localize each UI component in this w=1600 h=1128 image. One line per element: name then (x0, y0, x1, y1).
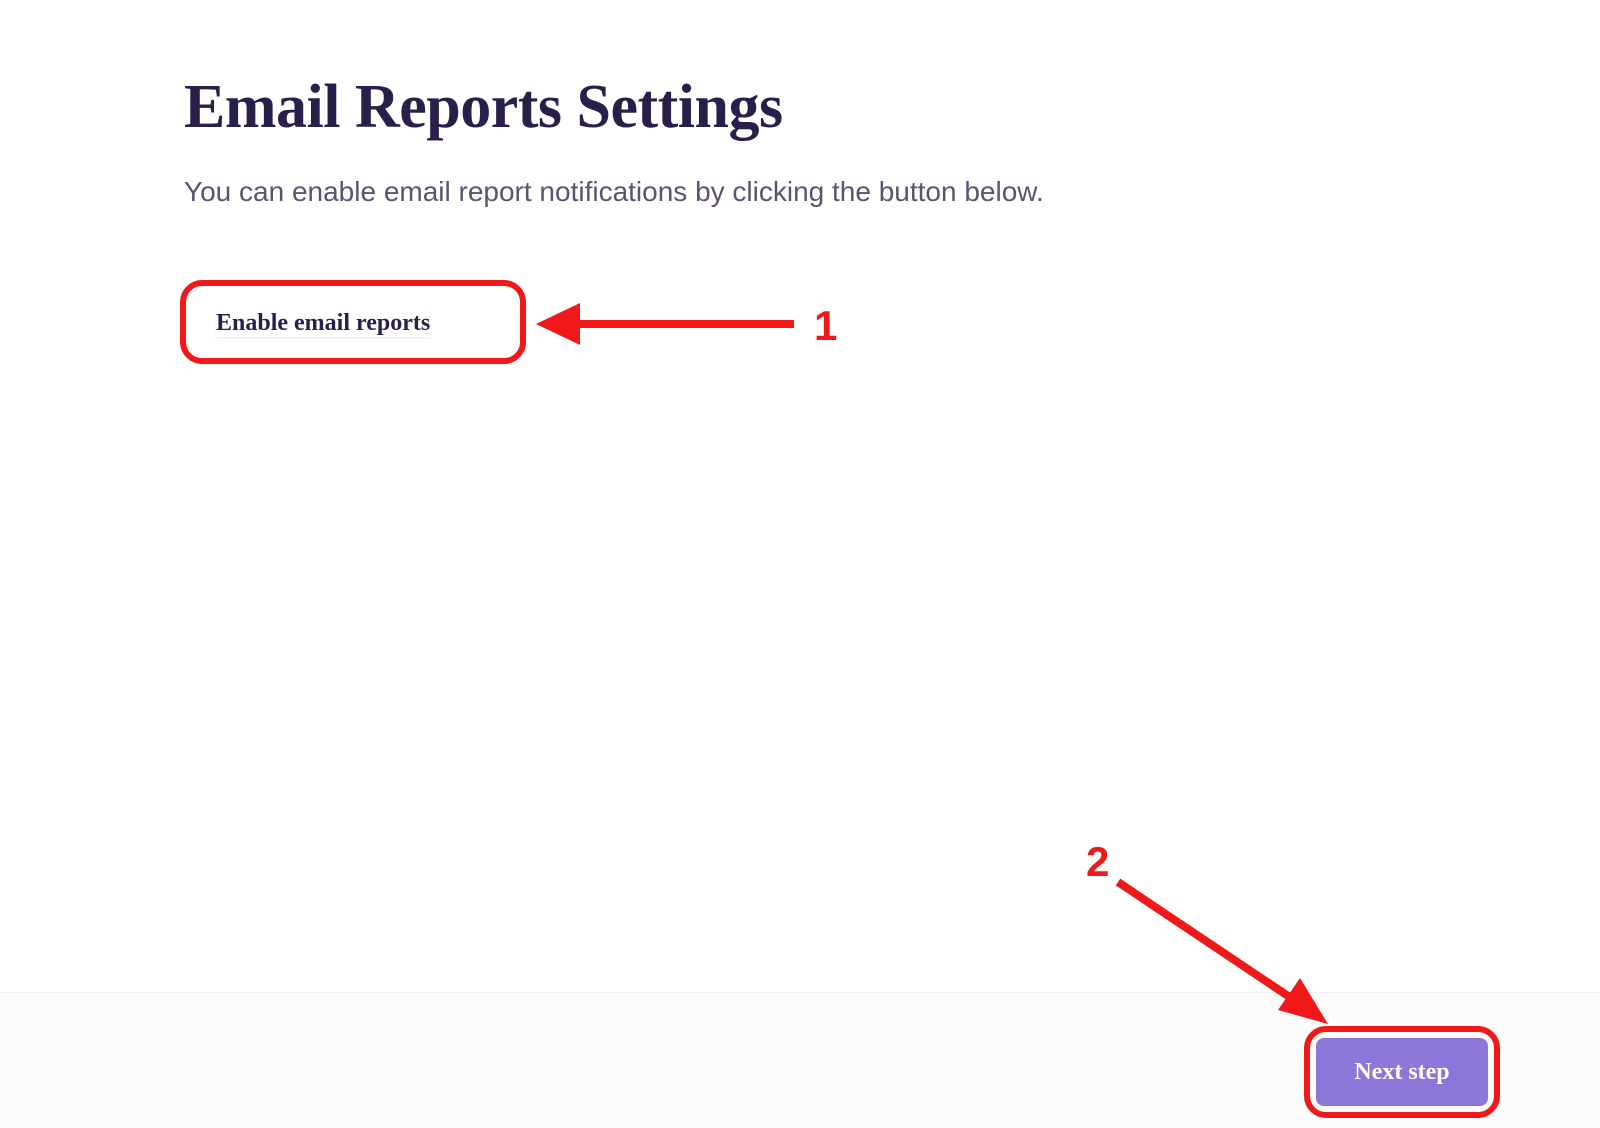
next-step-button[interactable]: Next step (1316, 1038, 1488, 1106)
annotation-number-1: 1 (814, 302, 837, 350)
annotation-number-2: 2 (1086, 838, 1109, 886)
page-title: Email Reports Settings (184, 72, 783, 143)
enable-email-reports-button[interactable]: Enable email reports (216, 310, 430, 337)
page-subtitle: You can enable email report notification… (184, 176, 1044, 208)
